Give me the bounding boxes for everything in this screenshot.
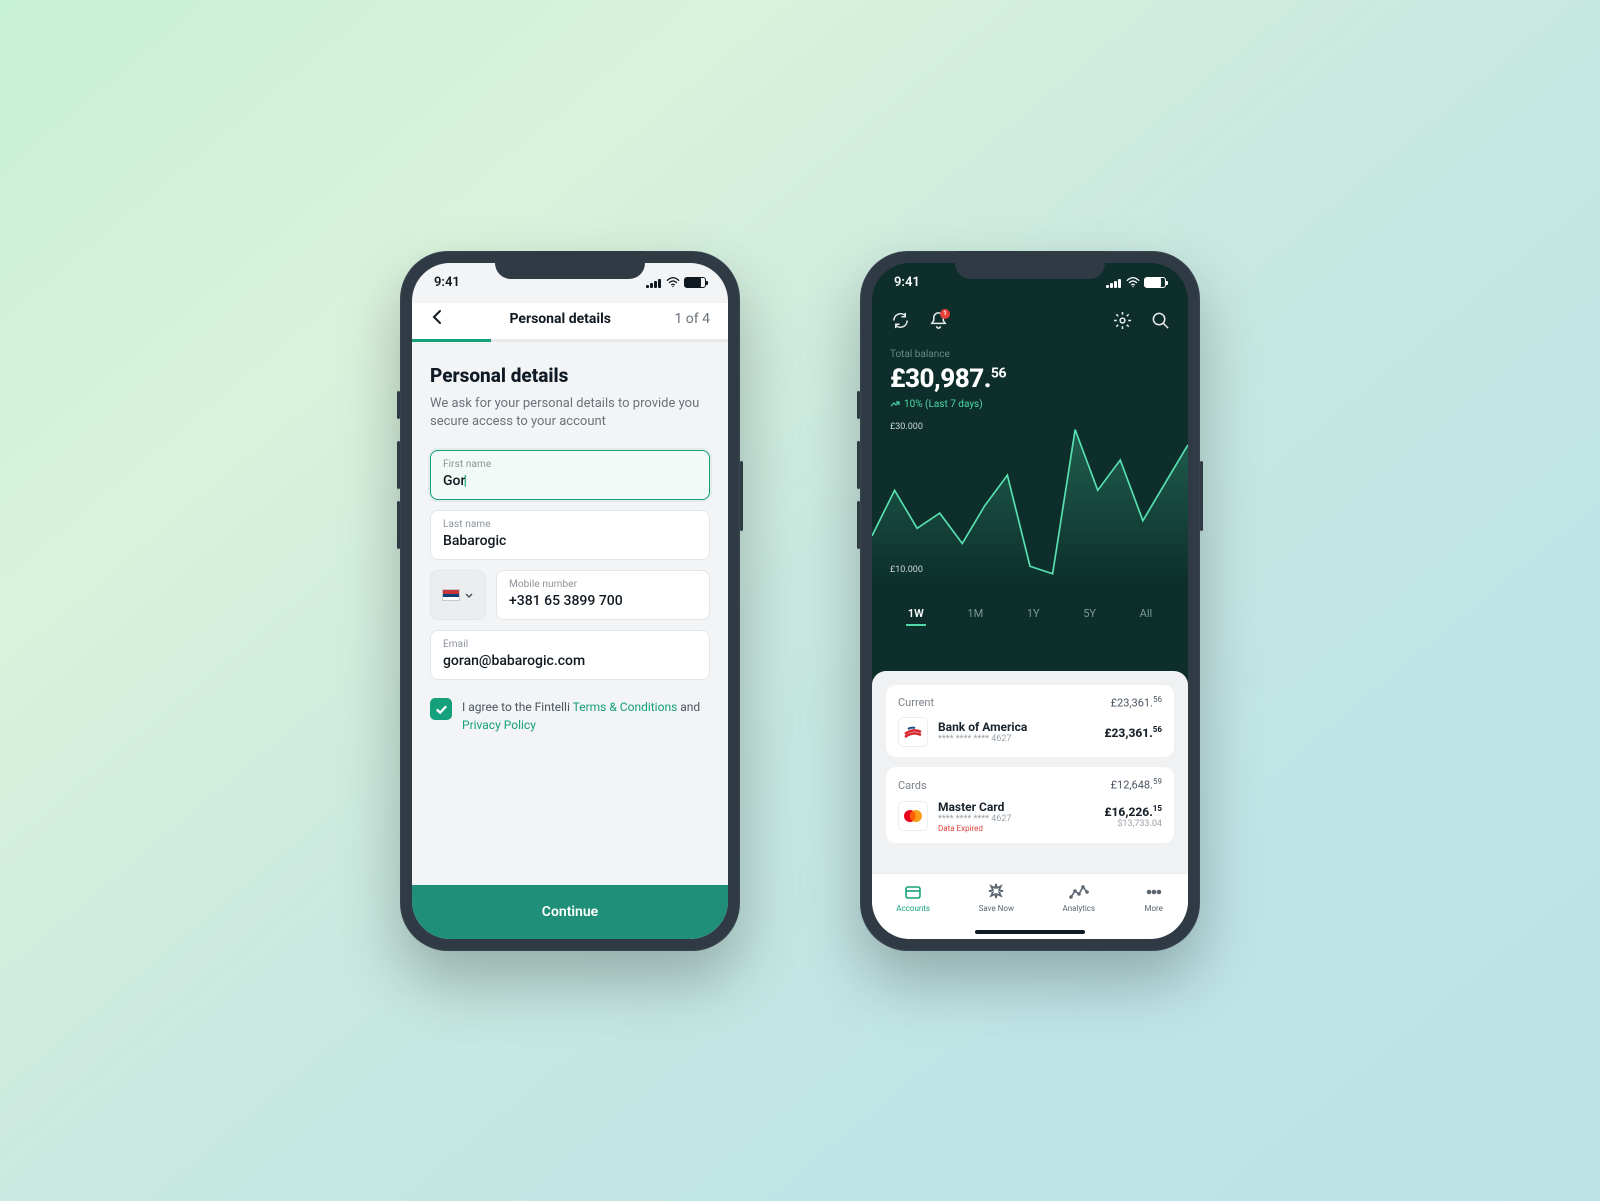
- first-name-field[interactable]: First name Gor: [430, 450, 710, 500]
- chart-ytick-bottom: £10.000: [890, 565, 923, 575]
- search-icon: [1151, 311, 1170, 330]
- notifications-button[interactable]: 1: [928, 311, 948, 331]
- mobile-label: Mobile number: [509, 579, 697, 590]
- range-tab-1w[interactable]: 1W: [906, 603, 926, 626]
- chevron-down-icon: [464, 590, 474, 600]
- section-title: Cards: [898, 779, 927, 792]
- chart-ytick-top: £30.000: [890, 422, 923, 432]
- phone-signup: 9:41 Personal details 1 of 4 Personal de…: [400, 251, 740, 951]
- account-status: Data Expired: [938, 824, 1094, 833]
- page-subheading: We ask for your personal details to prov…: [430, 395, 710, 433]
- nav-title: Personal details: [509, 311, 611, 327]
- search-button[interactable]: [1150, 311, 1170, 331]
- analytics-icon: [1069, 882, 1089, 902]
- status-time: 9:41: [434, 275, 460, 290]
- battery-icon: [1144, 277, 1166, 288]
- first-name-value: Gor: [443, 473, 697, 489]
- section-cards: Cards £12,648.59 Master Card **** **** *…: [886, 767, 1174, 843]
- section-current: Current £23,361.56 Bank of America **** …: [886, 685, 1174, 758]
- account-amount: £23,361.56: [1104, 725, 1162, 740]
- check-icon: [435, 703, 448, 716]
- battery-icon: [684, 277, 706, 288]
- tab-save-now[interactable]: Save Now: [979, 882, 1014, 913]
- settings-button[interactable]: [1112, 311, 1132, 331]
- range-selector: 1W 1M 1Y 5Y All: [872, 591, 1188, 640]
- notification-badge: 1: [940, 309, 950, 319]
- gear-icon: [1113, 311, 1132, 330]
- account-name: Bank of America: [938, 720, 1094, 734]
- balance-change: 10% (Last 7 days): [890, 399, 1170, 410]
- wifi-icon: [1126, 277, 1140, 288]
- tab-accounts[interactable]: Accounts: [896, 882, 930, 913]
- account-sub-amount: $13,733.04: [1104, 819, 1162, 829]
- trend-up-icon: [890, 399, 900, 409]
- account-name: Master Card: [938, 800, 1094, 814]
- account-row[interactable]: Master Card **** **** **** 4627 Data Exp…: [898, 800, 1162, 833]
- email-label: Email: [443, 639, 697, 650]
- bank-of-america-logo: [898, 717, 928, 747]
- page-heading: Personal details: [430, 364, 710, 387]
- section-total: £23,361.56: [1111, 695, 1162, 710]
- email-field[interactable]: Email goran@babarogic.com: [430, 630, 710, 680]
- refresh-icon: [891, 311, 910, 330]
- refresh-button[interactable]: [890, 311, 910, 331]
- back-button[interactable]: [430, 309, 446, 329]
- section-title: Current: [898, 696, 934, 709]
- mobile-value: +381 65 3899 700: [509, 593, 697, 609]
- country-code-selector[interactable]: [430, 570, 486, 620]
- mastercard-logo: [898, 801, 928, 831]
- account-masked-number: **** **** **** 4627: [938, 734, 1094, 744]
- chevron-left-icon: [430, 309, 446, 325]
- flag-serbia-icon: [442, 589, 460, 601]
- account-masked-number: **** **** **** 4627: [938, 814, 1094, 824]
- last-name-field[interactable]: Last name Babarogic: [430, 510, 710, 560]
- account-amount: £16,226.15: [1104, 804, 1162, 819]
- cellular-signal-icon: [1106, 277, 1122, 288]
- consent-checkbox[interactable]: [430, 698, 452, 720]
- home-indicator: [975, 930, 1085, 934]
- tab-analytics[interactable]: Analytics: [1063, 882, 1096, 913]
- email-value: goran@babarogic.com: [443, 653, 697, 669]
- accounts-panel: Current £23,361.56 Bank of America **** …: [872, 671, 1188, 939]
- step-indicator: 1 of 4: [674, 311, 710, 327]
- cellular-signal-icon: [646, 277, 662, 288]
- tab-more[interactable]: More: [1144, 882, 1164, 913]
- range-tab-5y[interactable]: 5Y: [1081, 603, 1098, 626]
- status-time: 9:41: [894, 275, 920, 290]
- continue-button[interactable]: Continue: [412, 885, 728, 939]
- privacy-link[interactable]: Privacy Policy: [462, 718, 536, 732]
- mobile-field[interactable]: Mobile number +381 65 3899 700: [496, 570, 710, 620]
- more-icon: [1144, 882, 1164, 902]
- terms-link[interactable]: Terms & Conditions: [573, 700, 678, 714]
- balance-chart[interactable]: £30.000 £10.000: [872, 416, 1188, 591]
- wifi-icon: [666, 277, 680, 288]
- range-tab-all[interactable]: All: [1138, 603, 1155, 626]
- card-icon: [903, 882, 923, 902]
- section-total: £12,648.59: [1111, 777, 1162, 792]
- last-name-label: Last name: [443, 519, 697, 530]
- first-name-label: First name: [443, 459, 697, 470]
- balance-label: Total balance: [890, 349, 1170, 360]
- range-tab-1y[interactable]: 1Y: [1025, 603, 1042, 626]
- last-name-value: Babarogic: [443, 533, 697, 549]
- range-tab-1m[interactable]: 1M: [965, 603, 985, 626]
- phone-dashboard: 9:41 1: [860, 251, 1200, 951]
- account-row[interactable]: Bank of America **** **** **** 4627 £23,…: [898, 717, 1162, 747]
- rocket-icon: [986, 882, 1006, 902]
- balance-value: £30,987.56: [890, 364, 1170, 394]
- consent-text: I agree to the Fintelli Terms & Conditio…: [462, 698, 710, 734]
- nav-header: Personal details 1 of 4: [412, 303, 728, 339]
